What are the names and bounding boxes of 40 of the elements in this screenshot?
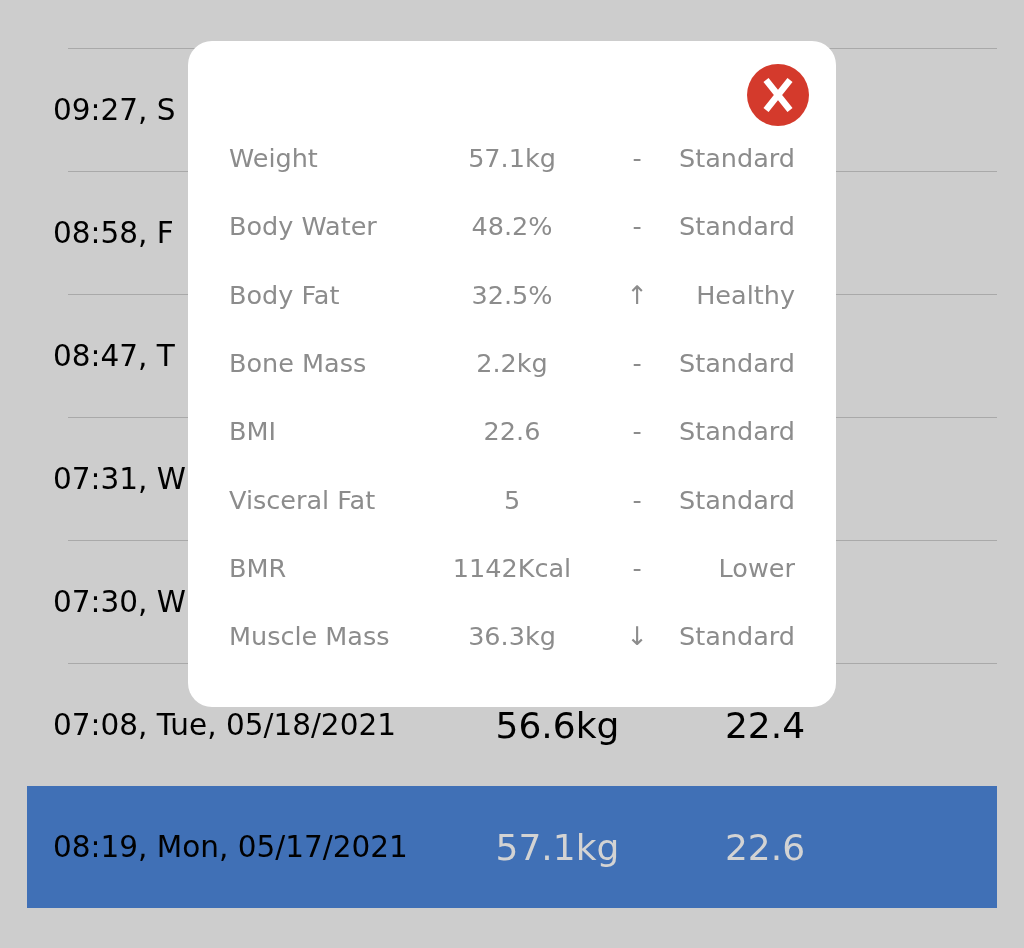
bmi-text: 22.4 [724, 704, 806, 746]
metric-label: Muscle Mass [229, 621, 390, 652]
weight-text: 57.1kg [495, 826, 620, 868]
time-text: 08:19, Mon, 05/17/2021 [53, 830, 408, 864]
bmi-text: 22.6 [724, 826, 806, 868]
trend-text: - [632, 143, 642, 174]
metric-value: 2.2kg [476, 348, 548, 379]
trend-text: - [632, 552, 642, 583]
metric-value: 32.5% [471, 279, 553, 310]
metric-value: 1142Kcal [452, 552, 572, 583]
status-text: Healthy [696, 279, 795, 310]
trend-text: ↑ [626, 279, 648, 310]
metric-label: Body Fat [229, 279, 340, 310]
status-text: Lower [718, 552, 795, 583]
metric-label: BMR [229, 552, 287, 583]
metric-label: BMI [229, 416, 276, 447]
metric-label: Body Water [229, 211, 377, 242]
metric-value: 36.3kg [468, 621, 556, 652]
metric-label: Visceral Fat [229, 484, 376, 515]
weight-text: 56.6kg [495, 704, 620, 746]
metric-value: 57.1kg [468, 143, 556, 174]
history-row[interactable]: 08:19, Mon, 05/17/2021 57.1kg 22.6 [27, 786, 997, 908]
metric-value: 5 [503, 484, 521, 515]
metric-label: Bone Mass [229, 348, 367, 379]
status-text: Standard [679, 143, 795, 174]
trend-text: - [632, 348, 642, 379]
trend-text: - [632, 416, 642, 447]
close-icon [763, 78, 793, 112]
trend-text: - [632, 211, 642, 242]
status-text: Standard [679, 348, 795, 379]
status-text: Standard [679, 416, 795, 447]
trend-text: ↓ [626, 621, 648, 652]
time-text: 07:08, Tue, 05/18/2021 [53, 708, 396, 742]
status-text: Standard [679, 484, 795, 515]
metric-label: Weight [229, 143, 318, 174]
status-text: Standard [679, 621, 795, 652]
status-text: Standard [679, 211, 795, 242]
trend-text: - [632, 484, 642, 515]
metric-value: 22.6 [483, 416, 541, 447]
metric-value: 48.2% [471, 211, 553, 242]
